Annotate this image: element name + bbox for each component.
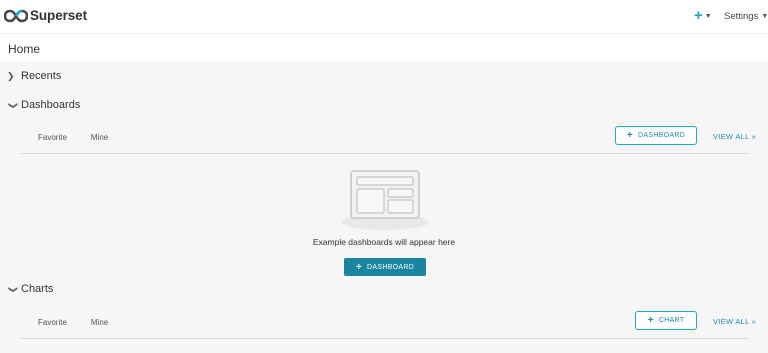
dashboards-tabs: Favorite Mine [38,133,108,142]
section-charts-header[interactable]: ❯ Charts [7,283,54,295]
button-label: DASHBOARD [638,132,686,139]
charts-tabs: Favorite Mine [38,318,108,327]
create-dashboard-button[interactable]: + DASHBOARD [344,258,426,276]
tab-mine[interactable]: Mine [91,318,108,327]
add-chart-button[interactable]: + CHART [635,311,697,330]
tab-mine[interactable]: Mine [91,133,108,142]
caret-down-icon: ▼ [704,12,712,20]
section-label: Charts [21,283,54,295]
top-navbar: Superset + ▼ Settings ▼ [0,0,768,33]
button-label: CHART [658,317,685,324]
plus-icon: + [694,7,703,24]
add-dashboard-button[interactable]: + DASHBOARD [615,126,697,145]
empty-dashboard-illustration-icon [341,170,429,230]
brand-name[interactable]: Superset [30,8,87,23]
settings-label: Settings [724,11,759,22]
section-label: Recents [21,70,62,82]
empty-state-text: Example dashboards will appear here [312,237,456,247]
chevron-right-icon: ❯ [7,70,15,81]
page-header: Home [0,33,768,62]
plus-icon: + [647,315,654,326]
page-title: Home [8,42,41,56]
chevron-down-icon: ❯ [8,285,19,293]
dashboards-view-all-link[interactable]: VIEW ALL » [713,132,756,141]
charts-view-all-link[interactable]: VIEW ALL » [713,317,756,326]
divider [20,338,749,339]
tab-favorite[interactable]: Favorite [38,133,67,142]
new-menu-button[interactable]: + ▼ [694,7,712,24]
tab-favorite[interactable]: Favorite [38,318,67,327]
plus-icon: + [626,130,634,141]
chevron-down-icon: ❯ [8,101,19,109]
section-label: Dashboards [21,99,81,111]
plus-icon: + [355,261,363,273]
divider [20,153,749,154]
superset-logo-icon[interactable] [4,9,28,23]
section-recents-header[interactable]: ❯ Recents [7,70,61,82]
caret-down-icon: ▼ [761,13,768,20]
settings-menu[interactable]: Settings ▼ [724,11,768,22]
section-dashboards-header[interactable]: ❯ Dashboards [7,99,81,111]
button-label: DASHBOARD [367,263,415,271]
